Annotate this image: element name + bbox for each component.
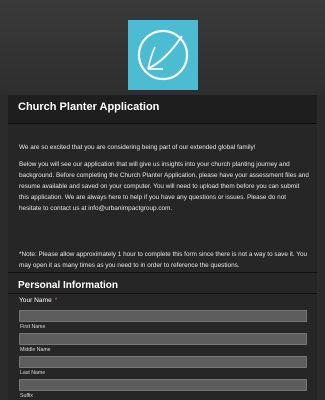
- suffix-input[interactable]: [19, 379, 307, 391]
- personal-information-heading: Personal Information: [18, 280, 119, 291]
- form-header: Church Planter Application: [8, 95, 317, 124]
- first-name-sublabel: First Name: [20, 324, 46, 330]
- your-name-label: Your Name *: [19, 297, 57, 304]
- logo-graphic: [137, 29, 189, 81]
- section-heading-divider: [8, 293, 317, 294]
- suffix-sublabel: Suffix: [20, 393, 33, 399]
- middle-name-input[interactable]: [19, 333, 307, 345]
- middle-name-sublabel: Middle Name: [20, 347, 51, 353]
- section-divider: [8, 272, 317, 273]
- last-name-sublabel: Last Name: [20, 370, 46, 376]
- intro-note-paragraph: *Note: Please allow approximately 1 hour…: [19, 251, 308, 269]
- intro-paragraph-1: We are so excited that you are consideri…: [19, 144, 256, 151]
- required-asterisk: *: [54, 297, 58, 304]
- application-form-card: Church Planter Application We are so exc…: [8, 95, 317, 400]
- church-planter-logo: [128, 20, 198, 90]
- your-name-label-text: Your Name: [19, 297, 52, 304]
- first-name-input[interactable]: [19, 310, 307, 322]
- last-name-input[interactable]: [19, 356, 307, 368]
- form-title: Church Planter Application: [18, 101, 160, 113]
- intro-paragraph-2: Below you will see our application that …: [19, 161, 309, 212]
